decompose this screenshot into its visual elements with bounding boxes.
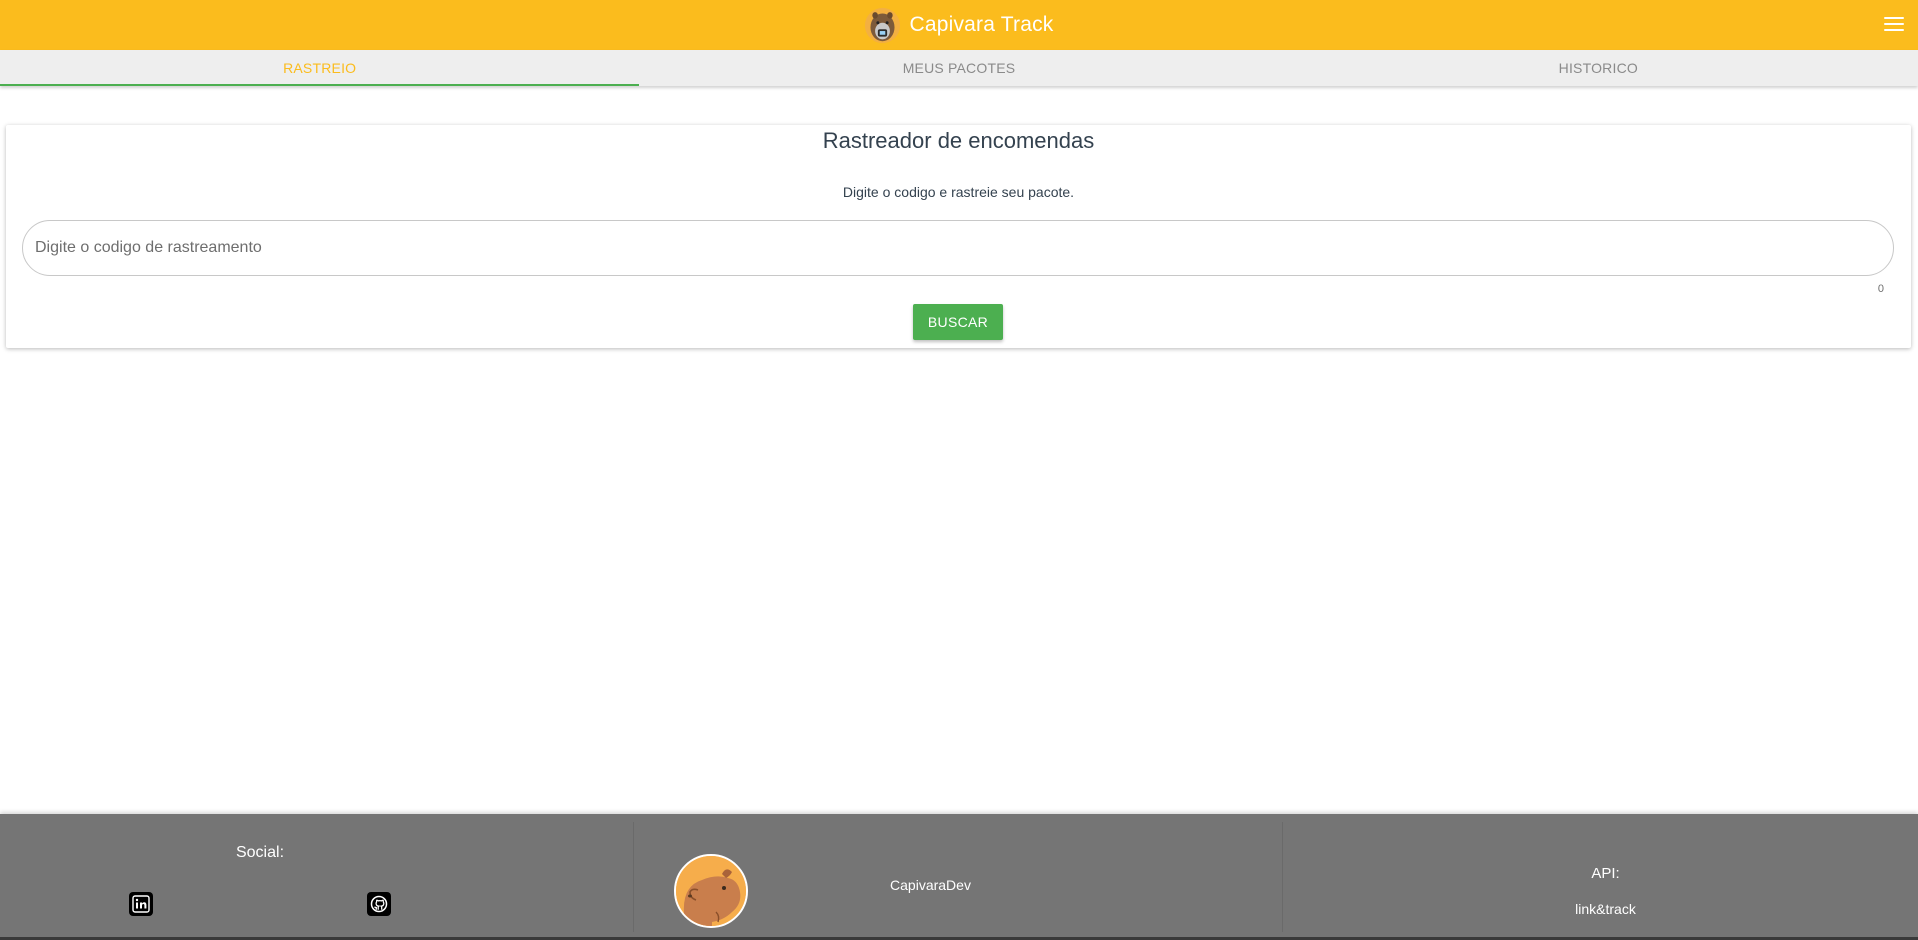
tracker-card: Rastreador de encomendas Digite o codigo… <box>6 125 1911 348</box>
tab-historico[interactable]: HISTORICO <box>1279 50 1918 86</box>
api-title: API: <box>1591 865 1620 882</box>
main-tabs: RASTREIO MEUS PACOTES HISTORICO <box>0 50 1918 86</box>
tab-meus-pacotes[interactable]: MEUS PACOTES <box>639 50 1278 86</box>
hamburger-menu-icon[interactable] <box>1884 15 1904 33</box>
menu-bar <box>1884 29 1904 31</box>
api-link[interactable]: link&track <box>1283 901 1918 917</box>
brand[interactable]: Capivara Track <box>864 7 1053 44</box>
github-icon[interactable] <box>367 892 391 916</box>
developer-name: CapivaraDev <box>890 877 971 893</box>
linkedin-icon[interactable] <box>129 892 153 916</box>
tab-rastreio[interactable]: RASTREIO <box>0 50 640 86</box>
menu-bar <box>1884 17 1904 19</box>
linkedin-glyph <box>132 895 150 913</box>
app-header: Capivara Track <box>0 0 1918 50</box>
capybara-logo-icon <box>865 7 901 43</box>
tracking-code-input[interactable] <box>22 220 1894 276</box>
tracker-title: Rastreador de encomendas <box>822 128 1095 153</box>
app-title: Capivara Track <box>909 13 1054 36</box>
footer: Social: CapivaraDev API: link&track <box>0 814 1918 940</box>
menu-bar <box>1884 23 1904 25</box>
char-counter: 0 <box>1877 283 1884 295</box>
footer-social: Social: <box>0 822 633 932</box>
tracker-subtitle: Digite o codigo e rastreie seu pacote. <box>842 184 1075 200</box>
github-glyph <box>370 895 388 913</box>
social-title: Social: <box>235 844 285 861</box>
footer-developer: CapivaraDev <box>633 822 1283 932</box>
footer-api: API: link&track <box>1283 822 1918 932</box>
capybara-avatar <box>674 854 748 928</box>
capybara-avatar-icon <box>676 856 746 926</box>
search-button[interactable]: BUSCAR <box>913 304 1003 340</box>
